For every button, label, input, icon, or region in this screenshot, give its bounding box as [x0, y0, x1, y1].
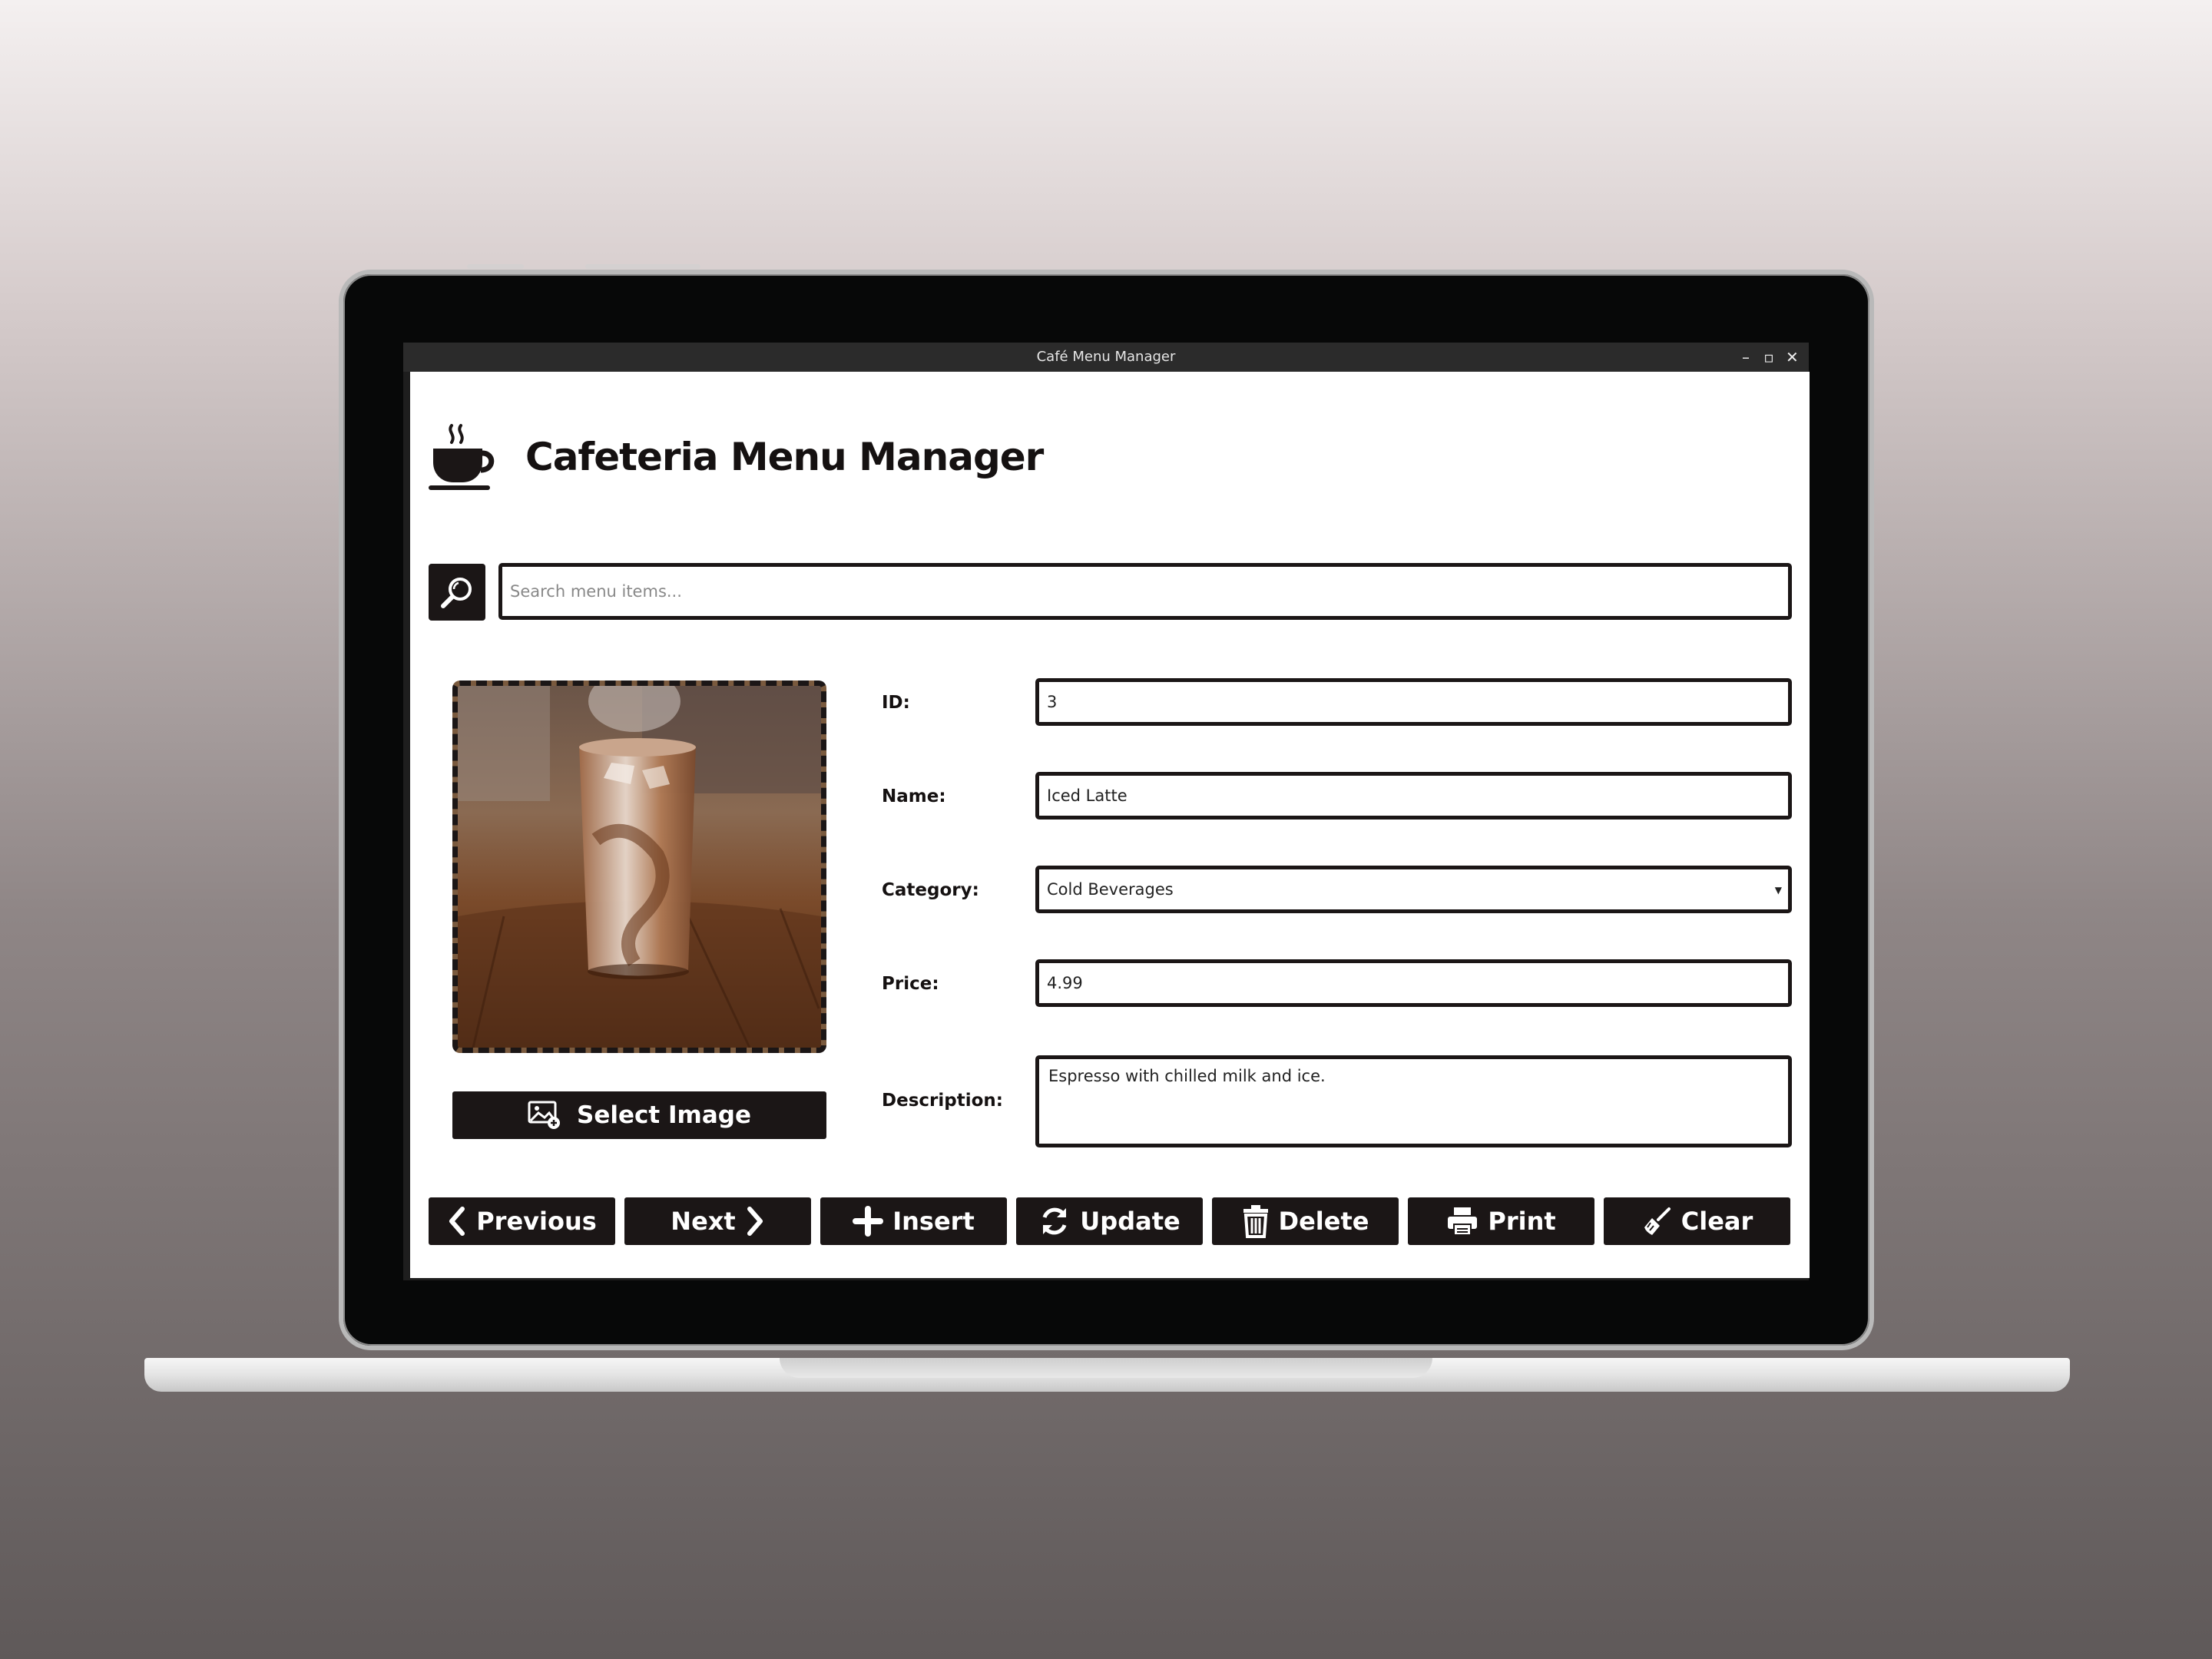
maximize-button[interactable]: ▫	[1763, 343, 1775, 372]
insert-label: Insert	[892, 1207, 975, 1236]
broom-icon	[1641, 1206, 1672, 1237]
action-bar: Previous Next Insert Update Delete Print…	[429, 1197, 1790, 1245]
price-field[interactable]: 4.99	[1035, 959, 1792, 1007]
select-image-button[interactable]: Select Image	[452, 1091, 826, 1139]
id-field[interactable]: 3	[1035, 678, 1792, 726]
search-button[interactable]	[429, 564, 485, 621]
laptop-notch	[780, 1358, 1432, 1378]
delete-button[interactable]: Delete	[1212, 1197, 1399, 1245]
name-field[interactable]: Iced Latte	[1035, 772, 1792, 820]
description-value: Espresso with chilled milk and ice.	[1048, 1067, 1326, 1085]
item-image	[452, 680, 826, 1053]
app-window: Café Menu Manager – ▫ ✕ Cafeteria Menu M…	[403, 343, 1810, 1280]
trash-icon	[1242, 1204, 1270, 1238]
name-label: Name:	[882, 786, 946, 806]
refresh-icon	[1038, 1205, 1071, 1237]
update-label: Update	[1080, 1207, 1181, 1236]
minimize-button[interactable]: –	[1740, 343, 1752, 372]
price-value: 4.99	[1047, 974, 1083, 992]
clear-button[interactable]: Clear	[1604, 1197, 1790, 1245]
chevron-left-icon	[447, 1206, 467, 1237]
app-content: Cafeteria Menu Manager Search menu items…	[410, 372, 1810, 1278]
app-title: Cafeteria Menu Manager	[525, 435, 1044, 479]
image-add-icon	[528, 1101, 561, 1130]
coffee-cup-icon	[429, 422, 496, 492]
next-button[interactable]: Next	[624, 1197, 811, 1245]
chevron-down-icon: ▼	[1774, 885, 1782, 896]
category-label: Category:	[882, 880, 979, 900]
printer-icon	[1446, 1206, 1479, 1237]
id-value: 3	[1047, 693, 1058, 711]
chevron-right-icon	[745, 1206, 765, 1237]
app-header: Cafeteria Menu Manager	[429, 422, 1044, 492]
next-label: Next	[671, 1207, 736, 1236]
window-titlebar[interactable]: Café Menu Manager – ▫ ✕	[403, 343, 1809, 372]
screen-indicator-left	[467, 264, 524, 269]
category-value: Cold Beverages	[1047, 880, 1174, 899]
category-select[interactable]: Cold Beverages ▼	[1035, 866, 1792, 913]
previous-label: Previous	[476, 1207, 597, 1236]
previous-button[interactable]: Previous	[429, 1197, 615, 1245]
name-value: Iced Latte	[1047, 786, 1128, 805]
update-button[interactable]: Update	[1016, 1197, 1203, 1245]
print-label: Print	[1488, 1207, 1556, 1236]
id-label: ID:	[882, 693, 910, 713]
description-label: Description:	[882, 1091, 1003, 1111]
clear-label: Clear	[1681, 1207, 1753, 1236]
print-button[interactable]: Print	[1408, 1197, 1594, 1245]
insert-button[interactable]: Insert	[820, 1197, 1007, 1245]
window-controls: – ▫ ✕	[1740, 343, 1799, 372]
search-input[interactable]	[498, 563, 1792, 620]
description-field[interactable]: Espresso with chilled milk and ice.	[1035, 1055, 1792, 1147]
delete-label: Delete	[1278, 1207, 1369, 1236]
search-icon	[439, 574, 475, 611]
select-image-label: Select Image	[577, 1101, 751, 1129]
iced-latte-photo	[458, 686, 821, 1048]
plus-icon	[853, 1206, 884, 1237]
price-label: Price:	[882, 974, 939, 994]
screen-indicator-right	[585, 264, 700, 269]
window-title: Café Menu Manager	[1036, 349, 1176, 365]
close-button[interactable]: ✕	[1786, 343, 1799, 372]
